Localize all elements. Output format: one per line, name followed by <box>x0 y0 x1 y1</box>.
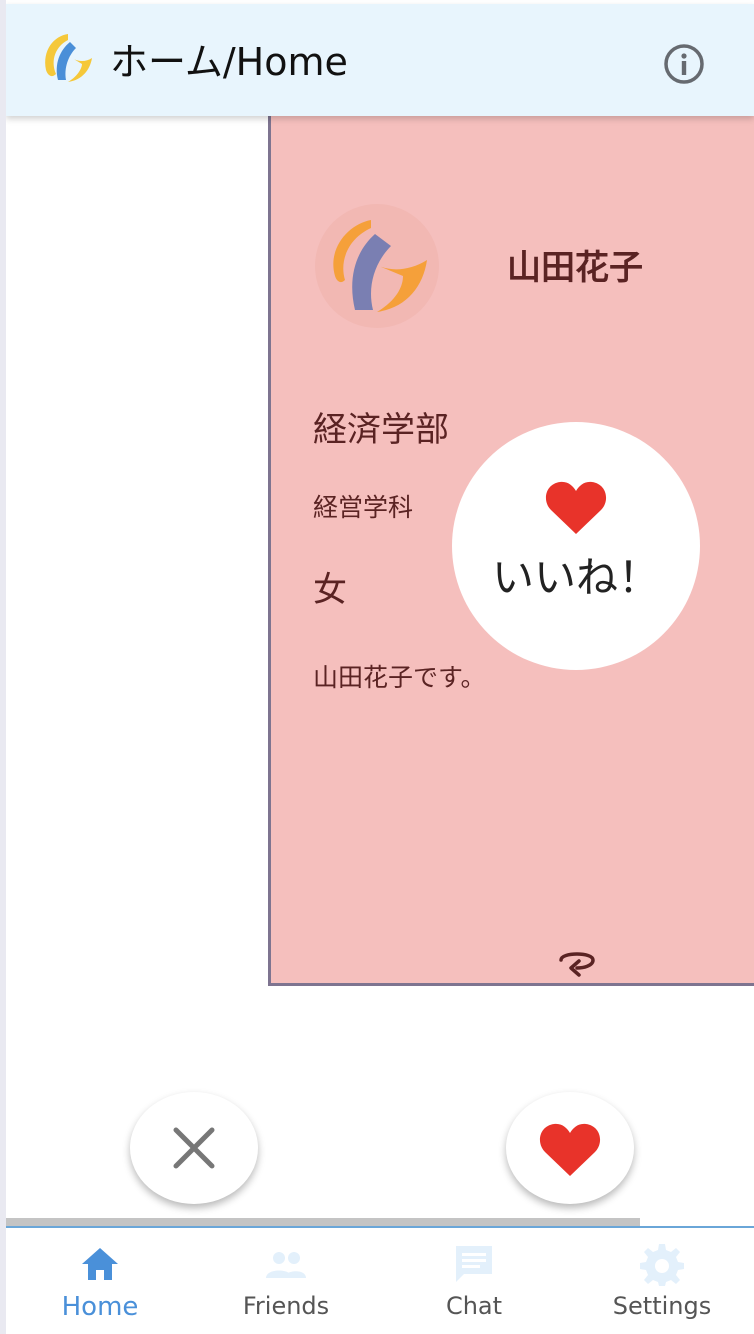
nav-item-home[interactable]: Home <box>20 1228 180 1334</box>
like-overlay-label: いいね！ <box>491 553 660 602</box>
app-logo-icon <box>45 34 92 82</box>
like-button[interactable] <box>506 1092 634 1204</box>
nav-item-chat[interactable]: Chat <box>394 1228 554 1334</box>
heart-icon <box>545 481 607 534</box>
nav-label-home: Home <box>61 1292 139 1322</box>
nav-item-settings[interactable]: Settings <box>582 1228 742 1334</box>
nav-label-settings: Settings <box>612 1292 712 1320</box>
gear-icon <box>640 1244 684 1286</box>
profile-faculty: 経済学部 <box>313 410 449 450</box>
nav-label-chat: Chat <box>445 1292 503 1320</box>
bottom-navigation: Home Friends Chat Settings <box>6 1226 754 1334</box>
profile-bio: 山田花子です。 <box>313 663 486 692</box>
flip-card-icon[interactable] <box>555 948 599 978</box>
profile-name: 山田花子 <box>507 248 643 288</box>
app-bar: ホーム/Home <box>6 4 754 116</box>
page-title: ホーム/Home <box>110 40 348 84</box>
info-icon[interactable] <box>662 42 706 86</box>
horizontal-scrollbar[interactable] <box>6 1218 640 1226</box>
chat-icon <box>456 1246 492 1282</box>
close-icon <box>173 1127 215 1169</box>
home-screen: ホーム/Home 山田花子 経済学部 経営学科 女 山田花子です。 いいね！ H… <box>6 0 754 1334</box>
heart-icon <box>539 1123 601 1176</box>
nav-label-friends: Friends <box>242 1292 330 1320</box>
people-icon <box>266 1252 306 1278</box>
nav-item-friends[interactable]: Friends <box>206 1228 366 1334</box>
profile-department: 経営学科 <box>313 493 414 522</box>
avatar-logo-icon <box>333 220 427 312</box>
avatar <box>315 204 439 328</box>
dislike-button[interactable] <box>130 1092 258 1204</box>
like-overlay: いいね！ <box>452 422 700 670</box>
home-icon <box>82 1248 118 1280</box>
profile-gender: 女 <box>313 570 347 610</box>
